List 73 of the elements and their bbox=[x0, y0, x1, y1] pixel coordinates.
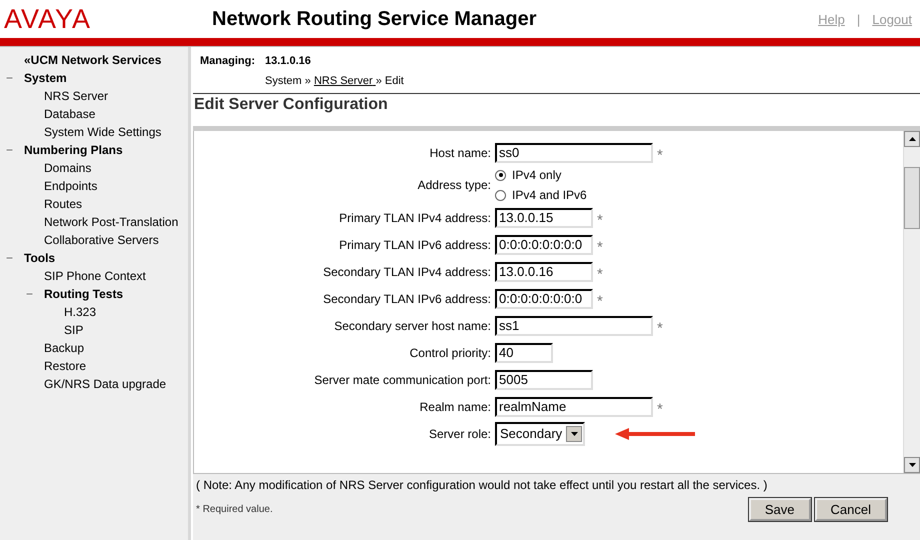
field-label: Secondary server host name: bbox=[333, 318, 491, 332]
text-field[interactable]: 5005 bbox=[495, 370, 593, 390]
collapse-toggle[interactable]: − bbox=[26, 287, 34, 301]
logo: AVAYA bbox=[4, 4, 92, 34]
sidebar-item[interactable]: Collaborative Servers bbox=[44, 233, 159, 247]
collapse-toggle[interactable]: − bbox=[6, 143, 14, 157]
sidebar-item[interactable]: Numbering Plans bbox=[24, 143, 123, 157]
sidebar-item[interactable]: Routes bbox=[44, 197, 82, 211]
sidebar-item[interactable]: Network Post-Translation bbox=[44, 215, 178, 229]
note-text: ( Note: Any modification of NRS Server configuration would not take effect until you restart all the services. ) bbox=[196, 478, 768, 492]
app-title: Network Routing Service Manager bbox=[212, 8, 538, 30]
sidebar-item[interactable]: Backup bbox=[44, 341, 84, 355]
breadcrumb-link[interactable]: NRS Server bbox=[314, 75, 376, 87]
managing-label: Managing: bbox=[200, 55, 255, 67]
scroll-thumb[interactable] bbox=[904, 167, 920, 229]
field-label: Realm name: bbox=[418, 400, 491, 414]
text-field[interactable]: 0:0:0:0:0:0:0:0 bbox=[495, 234, 593, 254]
field-label: Primary TLAN IPv4 address: bbox=[338, 210, 491, 224]
scroll-up-icon[interactable] bbox=[908, 137, 916, 141]
required-mark-text: * bbox=[657, 147, 663, 164]
sidebar-item[interactable]: System Wide Settings bbox=[44, 125, 162, 139]
cancel-button[interactable]: Cancel bbox=[814, 498, 887, 521]
required-mark-text: * bbox=[597, 266, 603, 283]
required-mark-text: * bbox=[657, 320, 663, 337]
sidebar-item[interactable]: SIP Phone Context bbox=[44, 269, 146, 283]
field-label: Server mate communication port: bbox=[313, 372, 491, 386]
server-role-dropdown[interactable]: Secondary bbox=[495, 422, 586, 446]
managing-value: 13.1.0.16 bbox=[265, 55, 311, 67]
radio-button[interactable] bbox=[495, 170, 506, 180]
field-label: Secondary TLAN IPv6 address: bbox=[322, 292, 491, 306]
sidebar-item[interactable]: Domains bbox=[44, 161, 92, 175]
text-field[interactable]: ss1 bbox=[495, 316, 653, 336]
text-field[interactable]: ss0 bbox=[495, 142, 653, 162]
page-heading: Edit Server Configuration bbox=[193, 95, 389, 115]
text-field[interactable]: 13.0.0.15 bbox=[495, 208, 593, 228]
text-field[interactable]: 40 bbox=[495, 342, 553, 362]
field-label: Secondary TLAN IPv4 address: bbox=[322, 264, 491, 278]
sidebar-item[interactable]: H.323 bbox=[64, 305, 96, 319]
required-legend: * Required value. bbox=[196, 504, 273, 515]
sidebar-item[interactable]: System bbox=[24, 71, 67, 85]
breadcrumb-item: System » bbox=[265, 75, 312, 87]
radio-label: IPv4 and IPv6 bbox=[512, 188, 587, 202]
field-label: Server role: bbox=[428, 426, 491, 440]
field-label: Primary TLAN IPv6 address: bbox=[338, 238, 491, 252]
collapse-toggle[interactable]: − bbox=[6, 251, 14, 265]
text-field[interactable]: 0:0:0:0:0:0:0:0 bbox=[495, 288, 593, 308]
sidebar-item[interactable]: Tools bbox=[24, 251, 56, 265]
breadcrumb-item: » Edit bbox=[376, 75, 404, 87]
field-label: Host name: bbox=[428, 146, 491, 160]
sidebar-item[interactable]: NRS Server bbox=[44, 89, 108, 103]
scroll-down-icon[interactable] bbox=[908, 463, 916, 467]
collapse-toggle[interactable]: − bbox=[6, 71, 14, 85]
sidebar-item[interactable]: Database bbox=[44, 107, 96, 121]
radio-label: IPv4 only bbox=[512, 168, 562, 182]
caret-icon bbox=[570, 432, 578, 436]
scrollbar[interactable] bbox=[903, 131, 920, 473]
field-label: Address type: bbox=[416, 178, 491, 192]
required-mark-text: * bbox=[597, 212, 603, 229]
text-field[interactable]: realmName bbox=[495, 396, 653, 416]
sidebar-item[interactable]: SIP bbox=[64, 323, 84, 337]
required-mark-text: * bbox=[657, 401, 663, 418]
back-link[interactable]: «UCM Network Services bbox=[24, 53, 162, 67]
radio-button[interactable] bbox=[495, 190, 506, 200]
sidebar-item[interactable]: GK/NRS Data upgrade bbox=[44, 377, 166, 391]
sidebar-item[interactable]: Restore bbox=[44, 359, 86, 373]
field-label: Control priority: bbox=[408, 346, 491, 360]
required-mark-text: * bbox=[597, 293, 603, 310]
separator: | bbox=[856, 12, 860, 26]
sidebar-item[interactable]: Routing Tests bbox=[44, 287, 124, 301]
required-mark-text: * bbox=[597, 239, 603, 256]
sidebar-item[interactable]: Endpoints bbox=[44, 179, 98, 193]
text-field[interactable]: 13.0.0.16 bbox=[495, 262, 593, 282]
save-button[interactable]: Save bbox=[748, 498, 811, 521]
